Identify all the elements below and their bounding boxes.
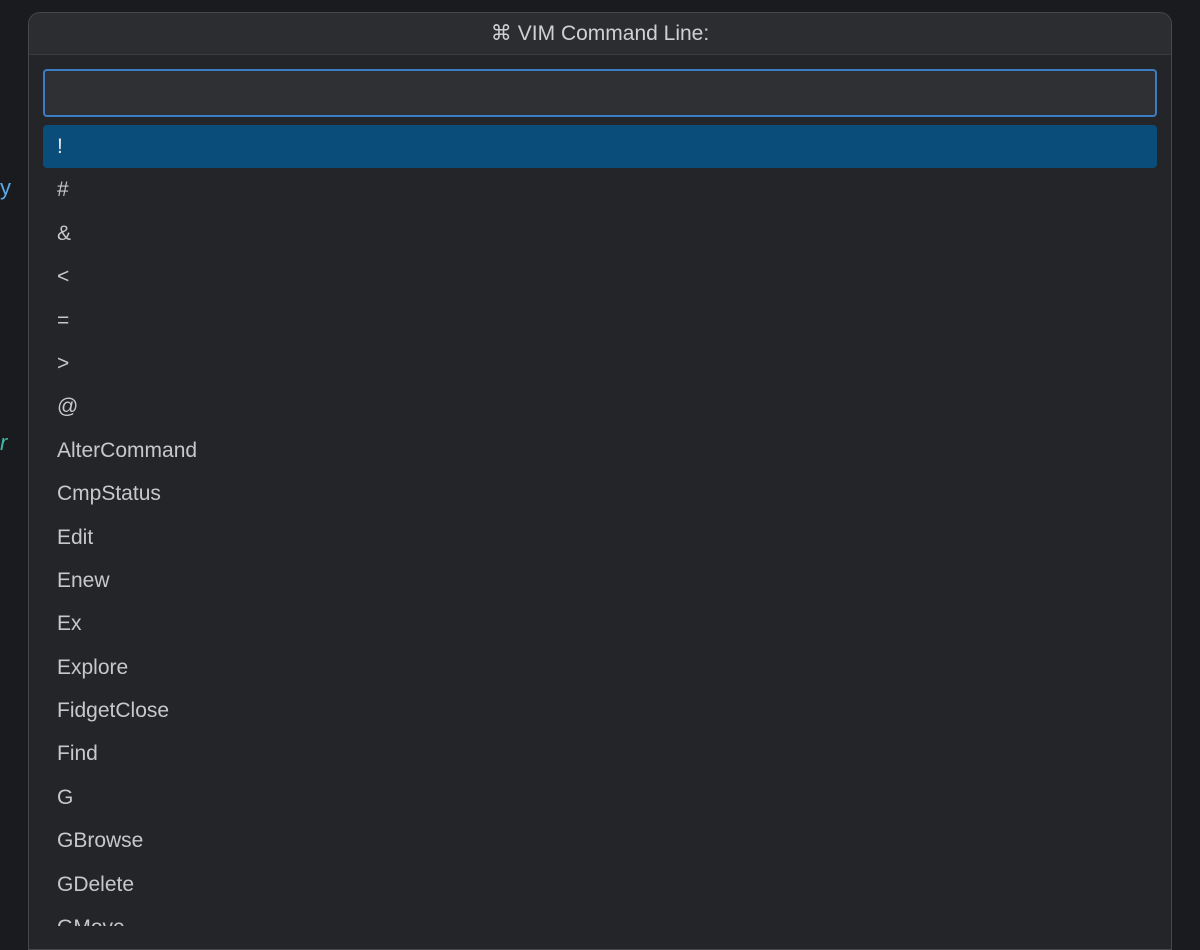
command-palette-header: ⌘ VIM Command Line: xyxy=(29,13,1171,55)
command-result-item[interactable]: Edit xyxy=(43,516,1157,559)
command-search-input[interactable] xyxy=(43,69,1157,117)
command-result-item[interactable]: = xyxy=(43,299,1157,342)
command-result-item[interactable]: Find xyxy=(43,732,1157,775)
command-palette-title: ⌘ VIM Command Line: xyxy=(491,21,709,46)
command-icon: ⌘ xyxy=(491,21,512,46)
command-palette: ⌘ VIM Command Line: !#&<=>@AlterCommandC… xyxy=(28,12,1172,950)
command-result-item[interactable]: @ xyxy=(43,385,1157,428)
command-result-item[interactable]: < xyxy=(43,255,1157,298)
command-result-item[interactable]: GDelete xyxy=(43,863,1157,906)
command-result-item[interactable]: GBrowse xyxy=(43,819,1157,862)
command-result-item[interactable]: ! xyxy=(43,125,1157,168)
command-results-list: !#&<=>@AlterCommandCmpStatusEditEnewExEx… xyxy=(43,125,1157,949)
command-result-item[interactable]: Explore xyxy=(43,646,1157,689)
editor-background-text: y xyxy=(0,175,11,201)
command-palette-body: !#&<=>@AlterCommandCmpStatusEditEnewExEx… xyxy=(29,55,1171,949)
command-result-item[interactable]: Enew xyxy=(43,559,1157,602)
command-result-item[interactable]: FidgetClose xyxy=(43,689,1157,732)
editor-background-text: r xyxy=(0,430,7,456)
command-result-item[interactable]: CmpStatus xyxy=(43,472,1157,515)
command-result-item[interactable]: & xyxy=(43,212,1157,255)
command-result-item[interactable]: > xyxy=(43,342,1157,385)
command-result-item[interactable]: # xyxy=(43,168,1157,211)
command-result-item[interactable]: GMove xyxy=(43,906,1157,926)
command-result-item[interactable]: AlterCommand xyxy=(43,429,1157,472)
command-palette-title-text: VIM Command Line: xyxy=(518,22,709,46)
command-result-item[interactable]: G xyxy=(43,776,1157,819)
command-result-item[interactable]: Ex xyxy=(43,602,1157,645)
